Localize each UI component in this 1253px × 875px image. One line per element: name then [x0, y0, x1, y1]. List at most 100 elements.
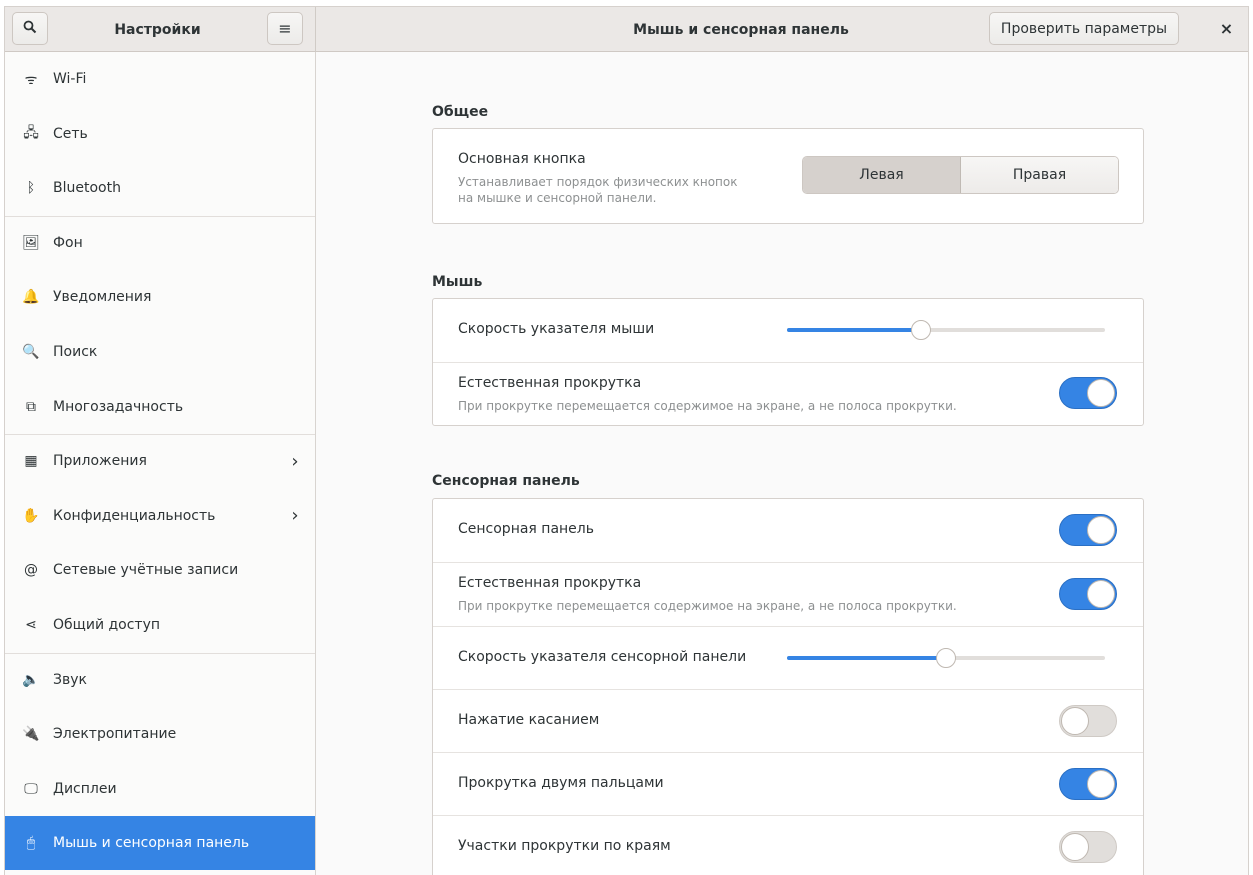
- edge-scroll-label: Участки прокрутки по краям: [458, 838, 671, 854]
- touchpad-natural-scroll-row: Естественная прокрутка При прокрутке пер…: [433, 562, 1143, 626]
- slider-thumb[interactable]: [910, 320, 931, 340]
- display-icon: 🖵: [24, 780, 38, 797]
- touchpad-enabled-switch[interactable]: [1059, 514, 1117, 546]
- panel-title: Мышь и сенсорная панель: [633, 21, 849, 38]
- slider-fill: [787, 656, 946, 660]
- multitasking-icon: ⧉: [26, 398, 36, 415]
- chevron-right-icon: ›: [291, 450, 299, 472]
- close-icon: ×: [1219, 19, 1234, 38]
- header-bar: Настройки ≡ Мышь и сенсорная панель Пров…: [5, 7, 1248, 52]
- mouse-natural-scroll-label: Естественная прокрутка: [458, 375, 642, 391]
- touchpad-enabled-row: Сенсорная панель: [433, 499, 1143, 562]
- section-title-touchpad: Сенсорная панель: [432, 473, 580, 489]
- sidebar-item-speaker[interactable]: 🔈 Звук: [5, 653, 315, 707]
- touchpad-natural-scroll-description: При прокрутке перемещается содержимое на…: [458, 599, 957, 613]
- sidebar-item-display[interactable]: 🖵 Дисплеи: [5, 762, 315, 816]
- sidebar-item-label: Мышь и сенсорная панель: [53, 835, 250, 852]
- sidebar-item-label: Конфиденциальность: [53, 507, 216, 524]
- apps-icon: ▦: [24, 453, 38, 470]
- primary-button-label: Основная кнопка: [458, 151, 586, 167]
- touchpad-natural-scroll-label: Естественная прокрутка: [458, 575, 642, 591]
- tap-to-click-row: Нажатие касанием: [433, 689, 1143, 752]
- menu-button[interactable]: ≡: [267, 12, 303, 45]
- content-header: Мышь и сенсорная панель Проверить параме…: [316, 7, 1248, 52]
- search-icon: [23, 20, 37, 38]
- mouse-natural-scroll-switch[interactable]: [1059, 377, 1117, 409]
- mouse-icon: 🖱: [26, 835, 36, 852]
- settings-window: Настройки ≡ Мышь и сенсорная панель Пров…: [4, 6, 1249, 875]
- mouse-natural-scroll-description: При прокрутке перемещается содержимое на…: [458, 399, 957, 413]
- close-button[interactable]: ×: [1211, 13, 1242, 44]
- hamburger-menu-icon: ≡: [278, 19, 292, 38]
- at-icon: @: [24, 562, 38, 579]
- primary-button-description-1: Устанавливает порядок физических кнопок: [458, 175, 738, 189]
- primary-button-row: Основная кнопка Устанавливает порядок фи…: [433, 129, 1143, 223]
- two-finger-scroll-row: Прокрутка двумя пальцами: [433, 752, 1143, 815]
- touchpad-enabled-label: Сенсорная панель: [458, 521, 594, 537]
- edge-scroll-switch[interactable]: [1059, 831, 1117, 863]
- sidebar-item-hand[interactable]: ✋ Конфиденциальность ›: [5, 489, 315, 543]
- sidebar-item-bluetooth[interactable]: ᛒ Bluetooth: [5, 161, 315, 215]
- sidebar-item-label: Поиск: [53, 344, 98, 360]
- switch-knob: [1061, 833, 1089, 861]
- bluetooth-icon: ᛒ: [26, 180, 36, 197]
- sidebar-item-wifi[interactable]: ᯤ Wi-Fi: [5, 52, 315, 106]
- sidebar-item-bell[interactable]: 🔔 Уведомления: [5, 270, 315, 324]
- sidebar-item-share[interactable]: ⋖ Общий доступ: [5, 598, 315, 652]
- search-icon: 🔍: [22, 344, 40, 360]
- mouse-natural-scroll-row: Естественная прокрутка При прокрутке пер…: [433, 362, 1143, 425]
- sidebar-item-search[interactable]: 🔍 Поиск: [5, 325, 315, 379]
- tap-to-click-label: Нажатие касанием: [458, 712, 600, 728]
- sidebar-item-label: Сетевые учётные записи: [53, 562, 239, 579]
- sidebar-item-label: Звук: [53, 671, 87, 688]
- section-title-general: Общее: [432, 104, 489, 120]
- touchpad-speed-row: Скорость указателя сенсорной панели: [433, 626, 1143, 689]
- sidebar-item-label: Дисплеи: [53, 780, 117, 797]
- touchpad-speed-label: Скорость указателя сенсорной панели: [458, 649, 747, 665]
- sidebar-item-label: Многозадачность: [53, 398, 184, 415]
- two-finger-scroll-label: Прокрутка двумя пальцами: [458, 775, 664, 791]
- hand-icon: ✋: [22, 507, 40, 524]
- network-icon: 🖧: [23, 124, 39, 141]
- test-settings-button[interactable]: Проверить параметры: [989, 12, 1179, 45]
- sidebar-item-label: Сеть: [53, 125, 88, 142]
- slider-thumb[interactable]: [936, 648, 956, 668]
- switch-knob: [1061, 707, 1089, 735]
- app-title: Настройки: [114, 21, 201, 38]
- sidebar-header: Настройки ≡: [5, 7, 316, 52]
- two-finger-scroll-switch[interactable]: [1059, 768, 1117, 800]
- power-icon: 🔌: [22, 726, 40, 743]
- sidebar-item-label: Фон: [53, 234, 83, 251]
- primary-button-left-option[interactable]: Левая: [803, 157, 961, 193]
- sidebar-item-mouse[interactable]: 🖱 Мышь и сенсорная панель: [5, 816, 315, 871]
- wifi-icon: ᯤ: [24, 71, 38, 88]
- mouse-card: Скорость указателя мыши Естественная про…: [432, 298, 1144, 426]
- sidebar-item-label: Электропитание: [53, 726, 177, 743]
- section-title-mouse: Мышь: [432, 274, 483, 290]
- sidebar-item-at[interactable]: @ Сетевые учётные записи: [5, 543, 315, 597]
- primary-button-description-2: на мышке и сенсорной панели.: [458, 191, 657, 205]
- speaker-icon: 🔈: [22, 671, 40, 688]
- switch-knob: [1087, 580, 1115, 608]
- sidebar-item-background[interactable]: 🖼 Фон: [5, 216, 315, 270]
- background-icon: 🖼: [22, 234, 40, 251]
- tap-to-click-switch[interactable]: [1059, 705, 1117, 737]
- sidebar-item-network[interactable]: 🖧 Сеть: [5, 107, 315, 161]
- touchpad-speed-slider[interactable]: [787, 648, 1105, 668]
- sidebar-item-power[interactable]: 🔌 Электропитание: [5, 707, 315, 761]
- sidebar-item-label: Приложения: [53, 453, 147, 470]
- slider-fill: [787, 328, 921, 332]
- sidebar-item-apps[interactable]: ▦ Приложения ›: [5, 434, 315, 488]
- switch-knob: [1087, 770, 1115, 798]
- mouse-speed-slider[interactable]: [787, 320, 1105, 340]
- general-card: Основная кнопка Устанавливает порядок фи…: [432, 128, 1144, 224]
- sidebar-item-multitasking[interactable]: ⧉ Многозадачность: [5, 380, 315, 434]
- bell-icon: 🔔: [22, 289, 40, 306]
- touchpad-natural-scroll-switch[interactable]: [1059, 578, 1117, 610]
- sidebar-item-label: Bluetooth: [53, 180, 121, 197]
- edge-scroll-row: Участки прокрутки по краям: [433, 815, 1143, 875]
- search-button[interactable]: [12, 12, 48, 45]
- sidebar-item-label: Wi-Fi: [53, 71, 87, 87]
- primary-button-right-option[interactable]: Правая: [961, 157, 1118, 193]
- share-icon: ⋖: [25, 617, 37, 633]
